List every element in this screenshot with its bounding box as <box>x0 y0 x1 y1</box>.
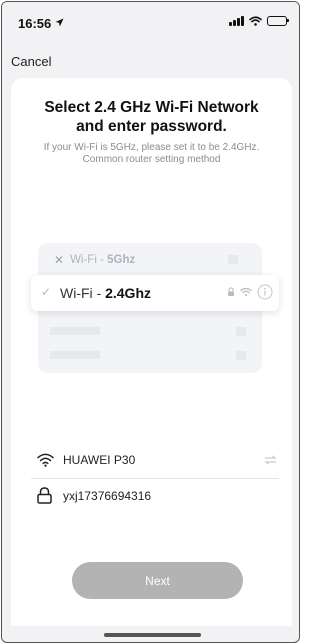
lock-icon <box>228 287 234 296</box>
check-icon: ✓ <box>41 285 52 299</box>
password-value: yxj17376694316 <box>63 489 152 503</box>
placeholder-square <box>228 255 238 264</box>
next-button[interactable]: Next <box>72 562 243 599</box>
status-icons <box>229 15 289 26</box>
ssid-value: HUAWEI P30 <box>63 453 136 467</box>
placeholder-row <box>50 324 250 338</box>
wifi-icon <box>240 287 252 297</box>
info-icon <box>257 284 273 300</box>
switch-network-icon[interactable] <box>264 455 277 465</box>
status-bar: 16:56 <box>2 2 299 40</box>
page-subtitle: If your Wi-Fi is 5GHz, please set it to … <box>43 142 260 165</box>
phone-frame: 16:56 Cancel Select 2.4 GHz Wi-Fi Networ… <box>1 1 300 643</box>
wifi-24ghz-label: Wi-Fi - 2.4Ghz <box>60 285 151 301</box>
wifi-5ghz-row: ✕ Wi-Fi - 5Ghz <box>54 251 246 269</box>
password-field[interactable]: yxj17376694316 <box>31 481 279 511</box>
divider <box>31 478 279 479</box>
wifi-ssid-field[interactable]: HUAWEI P30 <box>31 445 279 475</box>
wifi-5ghz-prefix: Wi-Fi - <box>70 254 104 266</box>
location-arrow-icon <box>55 18 64 27</box>
wifi-status-icon <box>249 15 262 26</box>
cross-icon: ✕ <box>54 253 65 267</box>
status-time: 16:56 <box>18 16 52 31</box>
cancel-button[interactable]: Cancel <box>11 54 51 69</box>
page-title: Select 2.4 GHz Wi-Fi Network and enter p… <box>44 99 259 135</box>
home-indicator <box>104 633 201 637</box>
battery-icon <box>267 15 289 26</box>
lock-icon <box>37 487 52 504</box>
wifi-icon <box>37 453 54 467</box>
placeholder-row <box>50 348 250 362</box>
content-card: Select 2.4 GHz Wi-Fi Network and enter p… <box>11 78 292 626</box>
wifi-5ghz-band: 5Ghz <box>107 254 136 266</box>
cellular-signal-icon <box>229 15 244 26</box>
wifi-24ghz-row: ✓ Wi-Fi - 2.4Ghz <box>31 275 279 311</box>
wifi-24ghz-icons <box>227 284 273 300</box>
